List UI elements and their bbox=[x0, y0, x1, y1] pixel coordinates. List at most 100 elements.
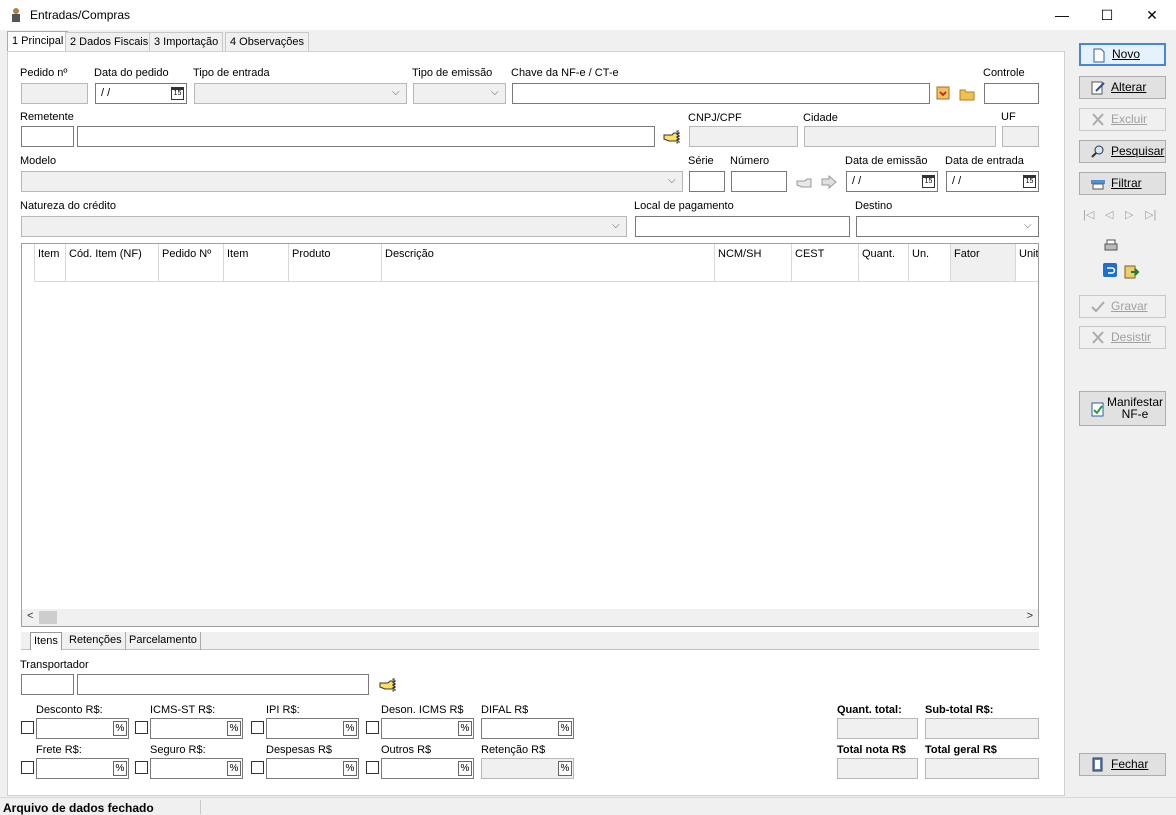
grid-header-descricao[interactable]: Descrição bbox=[382, 244, 715, 281]
grid-header-pedido[interactable]: Pedido Nº bbox=[159, 244, 224, 281]
grid-header-produto[interactable]: Produto bbox=[289, 244, 382, 281]
desconto-checkbox[interactable] bbox=[21, 721, 34, 734]
transportador-name-input[interactable] bbox=[77, 674, 369, 695]
despesas-checkbox[interactable] bbox=[251, 761, 264, 774]
scroll-thumb[interactable] bbox=[39, 611, 57, 624]
percent-button[interactable]: % bbox=[343, 721, 357, 736]
ipi-checkbox[interactable] bbox=[251, 721, 264, 734]
serie-input[interactable] bbox=[689, 171, 725, 192]
export-icon[interactable] bbox=[1124, 263, 1140, 279]
difal-input[interactable]: % bbox=[481, 718, 574, 739]
transportador-code-input[interactable] bbox=[21, 674, 74, 695]
controle-input[interactable] bbox=[984, 83, 1039, 104]
seguro-input[interactable]: % bbox=[150, 758, 243, 779]
modelo-select[interactable]: ⌵ bbox=[21, 171, 683, 192]
search-hand-disabled-icon[interactable] bbox=[796, 176, 813, 190]
frete-checkbox[interactable] bbox=[21, 761, 34, 774]
grid-header-item2[interactable]: Item bbox=[224, 244, 289, 281]
pedido-field[interactable] bbox=[21, 83, 88, 104]
percent-button[interactable]: % bbox=[458, 721, 472, 736]
calendar-icon[interactable]: 15 bbox=[1023, 175, 1036, 188]
pesquisar-button[interactable]: Pesquisar bbox=[1079, 140, 1166, 163]
grid-header-ncm[interactable]: NCM/SH bbox=[715, 244, 792, 281]
desconto-input[interactable]: % bbox=[36, 718, 129, 739]
tipo-entrada-select[interactable]: ⌵ bbox=[194, 83, 407, 104]
percent-button[interactable]: % bbox=[113, 721, 127, 736]
cidade-field[interactable] bbox=[804, 126, 996, 147]
cnpj-field[interactable] bbox=[689, 126, 798, 147]
alterar-button[interactable]: Alterar bbox=[1079, 76, 1166, 99]
calendar-icon[interactable]: 15 bbox=[922, 175, 935, 188]
icms-st-input[interactable]: % bbox=[150, 718, 243, 739]
chave-nfe-input[interactable] bbox=[512, 83, 930, 104]
frete-input[interactable]: % bbox=[36, 758, 129, 779]
gravar-button[interactable]: Gravar bbox=[1079, 295, 1166, 318]
calendar-icon[interactable]: 15 bbox=[171, 87, 184, 100]
tab-observacoes[interactable]: 4 Observações bbox=[225, 32, 309, 51]
remetente-name-input[interactable] bbox=[77, 126, 655, 147]
uf-field[interactable] bbox=[1002, 126, 1039, 147]
scroll-right-icon[interactable]: > bbox=[1027, 610, 1033, 622]
grid-header-cest[interactable]: CEST bbox=[792, 244, 859, 281]
download-icon[interactable] bbox=[936, 86, 950, 100]
percent-button[interactable]: % bbox=[113, 761, 127, 776]
numero-input[interactable] bbox=[731, 171, 787, 192]
search-hand-icon[interactable] bbox=[379, 678, 396, 692]
grid-header-unit[interactable]: Unit bbox=[1016, 244, 1038, 281]
subtab-retencoes[interactable]: Retenções bbox=[66, 632, 126, 650]
deson-input[interactable]: % bbox=[381, 718, 474, 739]
percent-button[interactable]: % bbox=[227, 761, 241, 776]
outros-checkbox[interactable] bbox=[366, 761, 379, 774]
grid-horizontal-scrollbar[interactable]: < > bbox=[22, 609, 1038, 626]
icms-st-checkbox[interactable] bbox=[135, 721, 148, 734]
tipo-emissao-select[interactable]: ⌵ bbox=[413, 83, 506, 104]
undo-icon[interactable] bbox=[1103, 263, 1117, 277]
items-grid[interactable]: Item Cód. Item (NF) Pedido Nº Item Produ… bbox=[21, 243, 1039, 627]
filtrar-button[interactable]: Filtrar bbox=[1079, 172, 1166, 195]
percent-button[interactable]: % bbox=[558, 761, 572, 776]
grid-header-fator[interactable]: Fator bbox=[951, 244, 1016, 281]
folder-icon[interactable] bbox=[959, 87, 975, 101]
scroll-left-icon[interactable]: < bbox=[27, 610, 33, 622]
fechar-button[interactable]: Fechar bbox=[1079, 753, 1166, 776]
arrow-right-disabled-icon[interactable] bbox=[821, 175, 837, 189]
data-pedido-field[interactable]: / / 15 bbox=[95, 83, 187, 104]
percent-button[interactable]: % bbox=[558, 721, 572, 736]
print-icon[interactable] bbox=[1103, 238, 1119, 254]
close-button[interactable]: ✕ bbox=[1130, 0, 1174, 30]
grid-header-item[interactable]: Item bbox=[34, 244, 66, 281]
deson-checkbox[interactable] bbox=[366, 721, 379, 734]
subtab-parcelamento[interactable]: Parcelamento bbox=[126, 632, 201, 650]
excluir-button[interactable]: Excluir bbox=[1079, 108, 1166, 131]
maximize-button[interactable]: ☐ bbox=[1085, 0, 1129, 30]
data-entrada-field[interactable]: / / 15 bbox=[946, 171, 1039, 192]
destino-select[interactable]: ⌵ bbox=[856, 216, 1039, 237]
local-pagamento-input[interactable] bbox=[635, 216, 850, 237]
next-record-icon[interactable]: ▷ bbox=[1125, 208, 1133, 221]
tab-importacao[interactable]: 3 Importação bbox=[149, 32, 224, 51]
grid-header-quant[interactable]: Quant. bbox=[859, 244, 909, 281]
seguro-checkbox[interactable] bbox=[135, 761, 148, 774]
grid-header-un[interactable]: Un. bbox=[909, 244, 951, 281]
remetente-code-input[interactable] bbox=[21, 126, 74, 147]
percent-button[interactable]: % bbox=[343, 761, 357, 776]
subtab-itens[interactable]: Itens bbox=[30, 632, 62, 650]
search-hand-icon[interactable] bbox=[663, 130, 680, 144]
retencao-field[interactable]: % bbox=[481, 758, 574, 779]
manifestar-nfe-button[interactable]: Manifestar NF-e bbox=[1079, 391, 1166, 426]
desistir-button[interactable]: Desistir bbox=[1079, 326, 1166, 349]
minimize-button[interactable]: — bbox=[1040, 0, 1084, 30]
data-emissao-field[interactable]: / / 15 bbox=[846, 171, 938, 192]
outros-input[interactable]: % bbox=[381, 758, 474, 779]
grid-header-cod-item[interactable]: Cód. Item (NF) bbox=[66, 244, 159, 281]
tab-principal[interactable]: 1 Principal bbox=[7, 31, 69, 52]
natureza-select[interactable]: ⌵ bbox=[21, 216, 627, 237]
ipi-input[interactable]: % bbox=[266, 718, 359, 739]
despesas-input[interactable]: % bbox=[266, 758, 359, 779]
percent-button[interactable]: % bbox=[227, 721, 241, 736]
last-record-icon[interactable]: ▷| bbox=[1145, 208, 1156, 221]
novo-button[interactable]: Novo bbox=[1079, 43, 1166, 66]
prev-record-icon[interactable]: ◁ bbox=[1105, 208, 1113, 221]
first-record-icon[interactable]: |◁ bbox=[1083, 208, 1094, 221]
percent-button[interactable]: % bbox=[458, 761, 472, 776]
